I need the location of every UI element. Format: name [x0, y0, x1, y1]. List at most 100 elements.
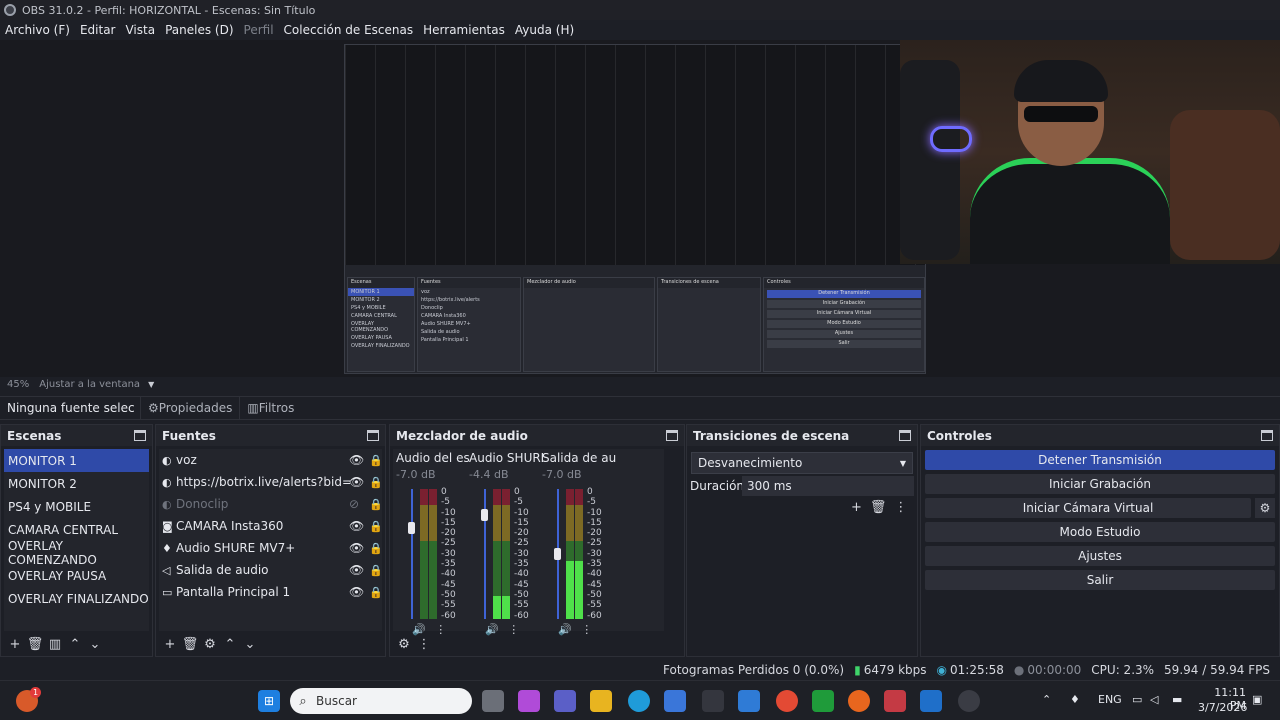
- firefox-icon[interactable]: [848, 690, 870, 712]
- menu-editar[interactable]: Editar: [75, 23, 121, 37]
- lock-icon[interactable]: 🔒: [369, 542, 383, 555]
- trash-icon[interactable]: 🗑: [25, 635, 45, 653]
- eye-icon[interactable]: 👁: [349, 453, 364, 467]
- lock-icon[interactable]: 🔒: [369, 476, 383, 489]
- scene-item[interactable]: PS4 y MOBILE: [4, 495, 149, 518]
- eye-icon[interactable]: 👁: [349, 519, 364, 533]
- properties-button[interactable]: ⚙ Propiedades: [140, 397, 239, 419]
- scene-item[interactable]: MONITOR 1: [4, 449, 149, 472]
- chevron-down-icon[interactable]: ▼: [148, 380, 154, 389]
- menu-paneles[interactable]: Paneles (D): [160, 23, 238, 37]
- source-item[interactable]: ▭ Pantalla Principal 1 👁 🔒: [159, 581, 383, 603]
- obs-icon[interactable]: [958, 690, 980, 712]
- clock-date[interactable]: 3/7/2026: [1198, 701, 1247, 714]
- eye-hidden-icon[interactable]: ⊘: [349, 497, 359, 511]
- gear-icon[interactable]: ⚙: [200, 635, 220, 653]
- windows-start-icon[interactable]: ⊞: [258, 690, 280, 712]
- more-icon[interactable]: ⋮: [894, 500, 907, 515]
- store-icon[interactable]: [664, 690, 686, 712]
- source-item[interactable]: ◙ CAMARA Insta360 👁 🔒: [159, 515, 383, 537]
- gear-icon[interactable]: ⚙: [1255, 498, 1275, 518]
- trash-icon[interactable]: 🗑: [870, 500, 887, 515]
- app-icon[interactable]: [738, 690, 760, 712]
- volume-fader[interactable]: [411, 489, 413, 619]
- lock-icon[interactable]: 🔒: [369, 564, 383, 577]
- app-icon[interactable]: [920, 690, 942, 712]
- add-source-icon[interactable]: +: [160, 635, 180, 653]
- lock-icon[interactable]: 🔒: [369, 586, 383, 599]
- exit-button[interactable]: Salir: [925, 570, 1275, 590]
- live-icon: ◉: [936, 663, 947, 677]
- move-down-icon[interactable]: ⌄: [240, 635, 260, 653]
- lock-icon[interactable]: 🔒: [369, 520, 383, 533]
- source-item[interactable]: ♦ Audio SHURE MV7+ 👁 🔒: [159, 537, 383, 559]
- scene-item[interactable]: MONITOR 2: [4, 472, 149, 495]
- scene-item[interactable]: OVERLAY FINALIZANDO: [4, 587, 149, 610]
- dock-float-icon[interactable]: [899, 430, 911, 441]
- start-virtual-camera-button[interactable]: Iniciar Cámara Virtual: [925, 498, 1251, 518]
- dock-float-icon[interactable]: [666, 430, 678, 441]
- copilot-icon[interactable]: [518, 690, 540, 712]
- add-transition-icon[interactable]: +: [851, 500, 862, 515]
- settings-button[interactable]: Ajustes: [925, 546, 1275, 566]
- eye-icon[interactable]: 👁: [349, 585, 364, 599]
- dock-float-icon[interactable]: [1261, 430, 1273, 441]
- eye-icon[interactable]: 👁: [349, 541, 364, 555]
- source-item[interactable]: ◁ Salida de audio 👁 🔒: [159, 559, 383, 581]
- notification-icon[interactable]: ▣: [1252, 693, 1262, 706]
- menu-archivo[interactable]: Archivo (F): [0, 23, 75, 37]
- move-up-icon[interactable]: ⌃: [65, 635, 85, 653]
- menu-coleccion-escenas[interactable]: Colección de Escenas: [279, 23, 419, 37]
- dock-float-icon[interactable]: [367, 430, 379, 441]
- language-indicator[interactable]: ENG: [1098, 693, 1122, 706]
- battery-icon[interactable]: ▬: [1172, 693, 1182, 706]
- speaker-icon[interactable]: ◁: [1150, 693, 1158, 706]
- nested-controls-dock: Controles Detener Transmisión Iniciar Gra…: [763, 277, 925, 372]
- trash-icon[interactable]: 🗑: [180, 635, 200, 653]
- filter-icon[interactable]: ▥: [45, 635, 65, 653]
- filters-button[interactable]: ▥ Filtros: [239, 397, 301, 419]
- controls-dock: Controles Detener Transmisión Iniciar Gr…: [920, 424, 1280, 657]
- teams-icon[interactable]: [554, 690, 576, 712]
- taskbar-search[interactable]: ⌕ Buscar: [290, 688, 472, 714]
- move-down-icon[interactable]: ⌄: [85, 635, 105, 653]
- xbox-icon[interactable]: [812, 690, 834, 712]
- lock-icon[interactable]: 🔒: [369, 498, 383, 511]
- obs-taskbar-icon[interactable]: [702, 690, 724, 712]
- file-explorer-icon[interactable]: [590, 690, 612, 712]
- more-icon[interactable]: ⋮: [414, 635, 434, 653]
- network-icon[interactable]: ▭: [1132, 693, 1142, 706]
- stop-stream-button[interactable]: Detener Transmisión: [925, 450, 1275, 470]
- task-view-icon[interactable]: [482, 690, 504, 712]
- source-item[interactable]: ◐ voz 👁 🔒: [159, 449, 383, 471]
- app-icon[interactable]: [884, 690, 906, 712]
- add-scene-icon[interactable]: +: [5, 635, 25, 653]
- move-up-icon[interactable]: ⌃: [220, 635, 240, 653]
- edge-icon[interactable]: [628, 690, 650, 712]
- advanced-audio-icon[interactable]: ⚙: [394, 635, 414, 653]
- chevron-up-icon[interactable]: ⌃: [1042, 693, 1051, 706]
- studio-mode-button[interactable]: Modo Estudio: [925, 522, 1275, 542]
- menu-ayuda[interactable]: Ayuda (H): [510, 23, 579, 37]
- menu-vista[interactable]: Vista: [120, 23, 160, 37]
- start-recording-button[interactable]: Iniciar Grabación: [925, 474, 1275, 494]
- transition-select[interactable]: Desvanecimiento ▼: [691, 452, 913, 474]
- preview-canvas[interactable]: Escenas MONITOR 1 MONITOR 2 PS4 y MOBILE CA…: [0, 40, 1280, 377]
- eye-icon[interactable]: 👁: [349, 475, 364, 489]
- source-item[interactable]: ◐https://botrix.live/alerts?bid=8Kw👁🔒: [159, 471, 383, 493]
- source-item[interactable]: ◐ Donoclip ⊘ 🔒: [159, 493, 383, 515]
- microphone-icon[interactable]: ♦: [1070, 693, 1080, 706]
- menu-perfil[interactable]: Perfil: [239, 23, 279, 37]
- dock-float-icon[interactable]: [134, 430, 146, 441]
- fit-window-select[interactable]: Ajustar a la ventana: [39, 379, 140, 390]
- lock-icon[interactable]: 🔒: [369, 454, 383, 467]
- fader-knob[interactable]: [481, 509, 488, 521]
- scene-item[interactable]: OVERLAY PAUSA: [4, 564, 149, 587]
- scene-item[interactable]: OVERLAY COMENZANDO: [4, 539, 149, 567]
- chrome-icon[interactable]: [776, 690, 798, 712]
- fader-knob[interactable]: [554, 548, 561, 560]
- eye-icon[interactable]: 👁: [349, 563, 364, 577]
- fader-knob[interactable]: [408, 522, 415, 534]
- menu-herramientas[interactable]: Herramientas: [418, 23, 510, 37]
- duration-input[interactable]: 300 ms: [742, 476, 914, 496]
